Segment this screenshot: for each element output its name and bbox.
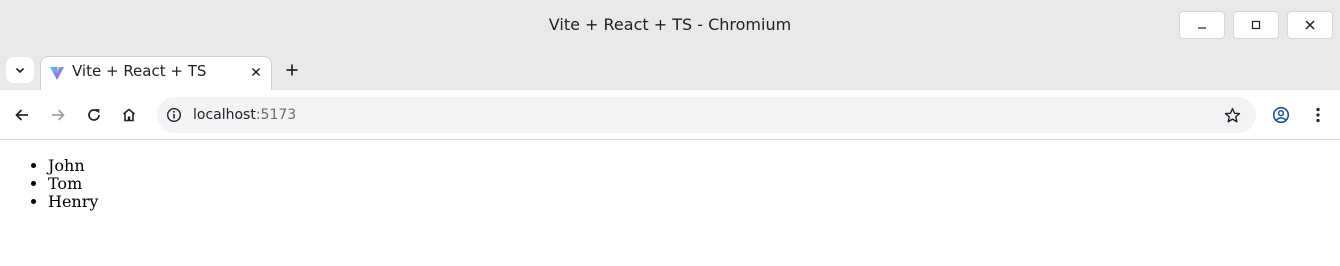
home-icon [122,108,136,122]
chevron-down-icon [15,67,25,74]
close-icon [1305,20,1315,30]
bookmark-button[interactable] [1221,104,1243,126]
reload-icon [88,109,100,121]
forward-button[interactable] [46,103,70,127]
maximize-icon [1251,20,1261,30]
info-icon [166,107,182,123]
tab-strip: Vite + React + TS [0,50,1340,90]
site-info-button[interactable] [165,106,183,124]
names-list: JohnTomHenry [48,157,98,211]
tab-title: Vite + React + TS [72,62,207,80]
close-icon [251,67,261,77]
url-port: :5173 [255,107,297,123]
list-item: John [48,157,98,175]
close-window-button[interactable] [1287,11,1333,39]
minimize-icon [1198,27,1206,29]
browser-window: Vite + React + TS - Chromium Vite + Reac… [0,0,1340,266]
tab-search-button[interactable] [6,57,34,83]
tab-vite-react-ts[interactable]: Vite + React + TS [40,56,272,90]
list-item: Tom [48,175,98,193]
forward-arrow-icon [52,109,65,121]
minimize-button[interactable] [1179,11,1225,39]
title-bar: Vite + React + TS - Chromium [0,0,1340,50]
browser-menu-button[interactable] [1306,103,1330,127]
reload-button[interactable] [82,103,106,127]
page-content: JohnTomHenry [0,141,1340,266]
new-tab-button[interactable] [280,58,304,82]
home-button[interactable] [117,103,141,127]
profile-icon [1272,106,1290,124]
vite-logo-icon [50,66,64,80]
plus-icon [286,64,298,76]
maximize-button[interactable] [1233,11,1279,39]
profile-button[interactable] [1269,103,1293,127]
url-host: localhost [193,107,256,123]
back-arrow-icon [15,109,28,121]
url-text[interactable]: localhost:5173 [193,97,296,133]
star-icon [1224,107,1240,122]
tab-close-button[interactable] [247,63,265,81]
browser-toolbar: localhost:5173 [0,90,1340,140]
back-button[interactable] [10,103,34,127]
address-bar[interactable]: localhost:5173 [157,97,1256,133]
window-title: Vite + React + TS - Chromium [548,15,792,34]
list-item: Henry [48,193,98,211]
menu-icon [1316,107,1320,123]
